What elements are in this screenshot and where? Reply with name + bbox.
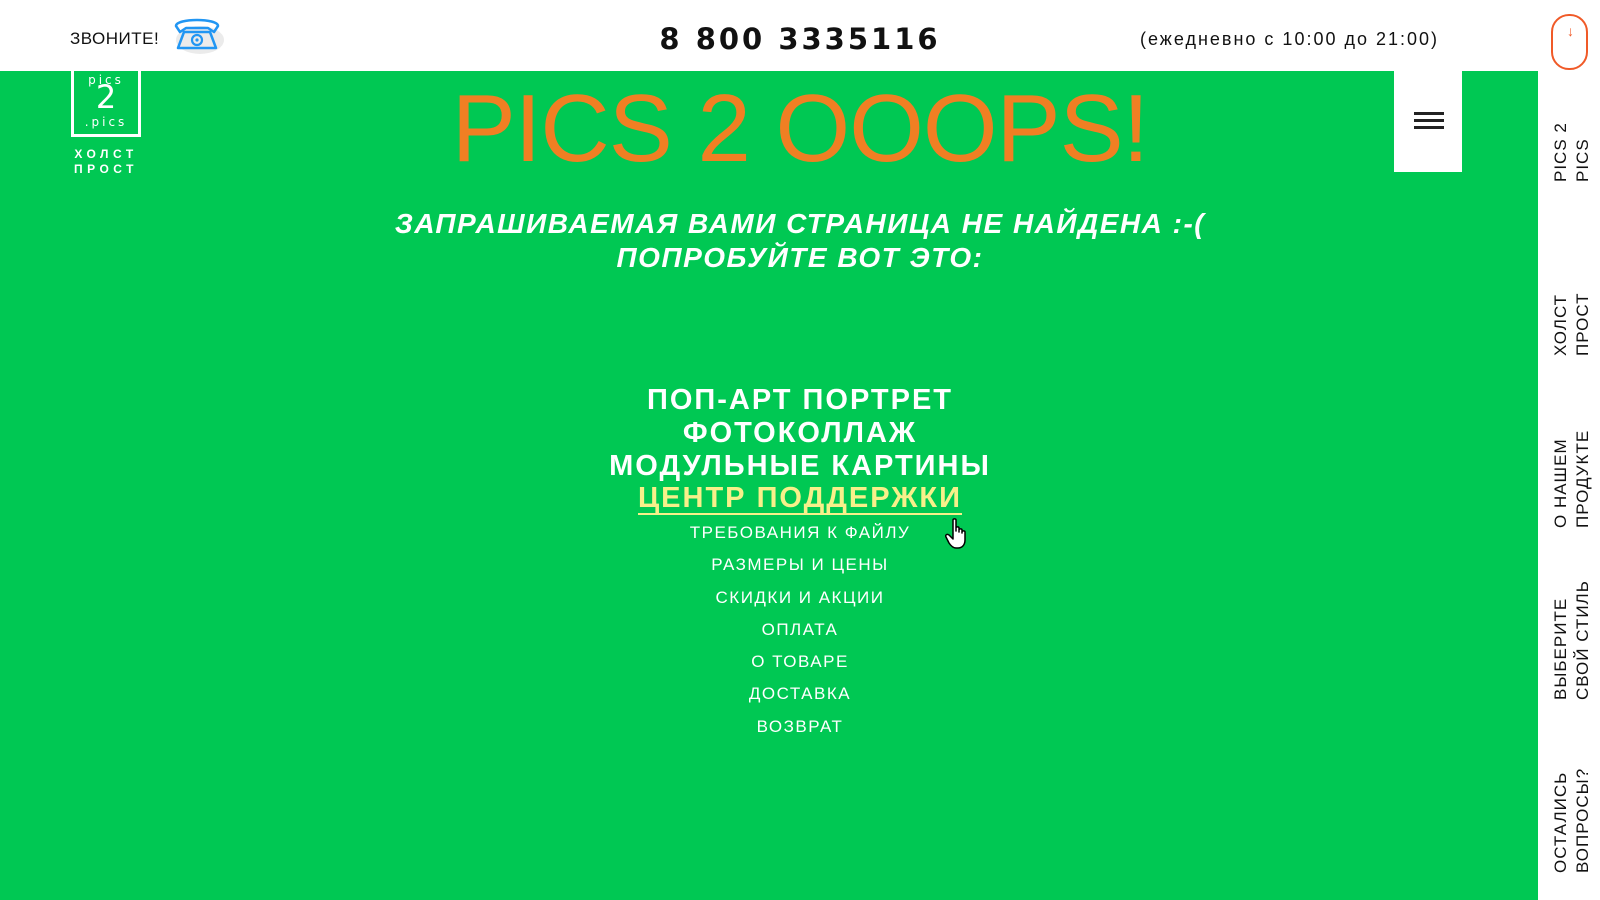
page-title: PICS 2 OOOPS!	[451, 75, 1150, 182]
side-nav-about-product-line1: О НАШЕМ	[1551, 438, 1570, 528]
link-discounts[interactable]: СКИДКИ И АКЦИИ	[0, 582, 1600, 614]
not-found-line2: ПОПРОБУЙТЕ ВОТ ЭТО:	[616, 242, 984, 273]
link-delivery[interactable]: ДОСТАВКА	[0, 678, 1600, 710]
side-nav-about-product-label: О НАШЕМ ПРОДУКТЕ	[1550, 430, 1594, 528]
link-about-product[interactable]: О ТОВАРЕ	[0, 646, 1600, 678]
side-nav-holst-prost-line2: ПРОСТ	[1573, 292, 1592, 356]
link-photo-collage[interactable]: ФОТОКОЛЛАЖ	[0, 417, 1600, 450]
side-nav-questions-line2: ВОПРОСЫ?	[1573, 767, 1592, 873]
main-panel: pics 2 .pics ХОЛСТ ПРОСТ PICS 2 OOOPS! З…	[0, 71, 1538, 900]
side-nav-questions-label: ОСТАЛИСЬ ВОПРОСЫ?	[1550, 768, 1594, 873]
side-nav-choose-style-label: ВЫБЕРИТЕ СВОЙ СТИЛЬ	[1550, 580, 1594, 700]
scroll-mouse-icon[interactable]: ↓	[1551, 14, 1588, 70]
side-nav-holst-prost-label: ХОЛСТ ПРОСТ	[1550, 292, 1594, 356]
support-sub-links: ТРЕБОВАНИЯ К ФАЙЛУ РАЗМЕРЫ И ЦЕНЫ СКИДКИ…	[0, 517, 1600, 743]
hand-pointer-icon	[945, 518, 966, 549]
side-nav-pics2pics-label: PICS 2 PICS	[1550, 122, 1594, 182]
hamburger-icon	[1414, 112, 1444, 132]
link-support-center[interactable]: ЦЕНТР ПОДДЕРЖКИ	[638, 483, 962, 515]
link-payment[interactable]: ОПЛАТА	[0, 614, 1600, 646]
menu-button[interactable]	[1394, 71, 1462, 172]
side-nav-pics2pics-line1: PICS 2	[1551, 122, 1570, 182]
link-pop-art-portrait[interactable]: ПОП-АРТ ПОРТРЕТ	[0, 384, 1600, 417]
link-file-requirements[interactable]: ТРЕБОВАНИЯ К ФАЙЛУ	[0, 517, 1600, 549]
link-modular-pictures[interactable]: МОДУЛЬНЫЕ КАРТИНЫ	[0, 450, 1600, 483]
side-nav-pics2pics-line2: PICS	[1573, 138, 1592, 182]
not-found-message: ЗАПРАШИВАЕМАЯ ВАМИ СТРАНИЦА НЕ НАЙДЕНА :…	[0, 207, 1600, 275]
suggested-links: ПОП-АРТ ПОРТРЕТ ФОТОКОЛЛАЖ МОДУЛЬНЫЕ КАР…	[0, 384, 1600, 743]
not-found-line1: ЗАПРАШИВАЕМАЯ ВАМИ СТРАНИЦА НЕ НАЙДЕНА :…	[394, 208, 1206, 239]
working-hours: (ежедневно с 10:00 до 21:00)	[1140, 29, 1440, 49]
arrow-down-icon: ↓	[1567, 23, 1574, 39]
side-nav-questions-line1: ОСТАЛИСЬ	[1551, 771, 1570, 873]
side-nav-holst-prost-line1: ХОЛСТ	[1551, 293, 1570, 356]
link-returns[interactable]: ВОЗВРАТ	[0, 711, 1600, 743]
header-bar: ЗВОНИТЕ! 8 800 3335116 (ежедневно с 10:0…	[0, 0, 1538, 71]
right-side-nav: ↓ PICS 2 PICS ХОЛСТ ПРОСТ О НАШЕМ ПРОДУК…	[1538, 0, 1600, 900]
side-nav-choose-style-line2: СВОЙ СТИЛЬ	[1573, 580, 1592, 700]
link-sizes-prices[interactable]: РАЗМЕРЫ И ЦЕНЫ	[0, 549, 1600, 581]
side-nav-about-product-line2: ПРОДУКТЕ	[1573, 429, 1592, 528]
side-nav-choose-style-line1: ВЫБЕРИТЕ	[1551, 597, 1570, 700]
